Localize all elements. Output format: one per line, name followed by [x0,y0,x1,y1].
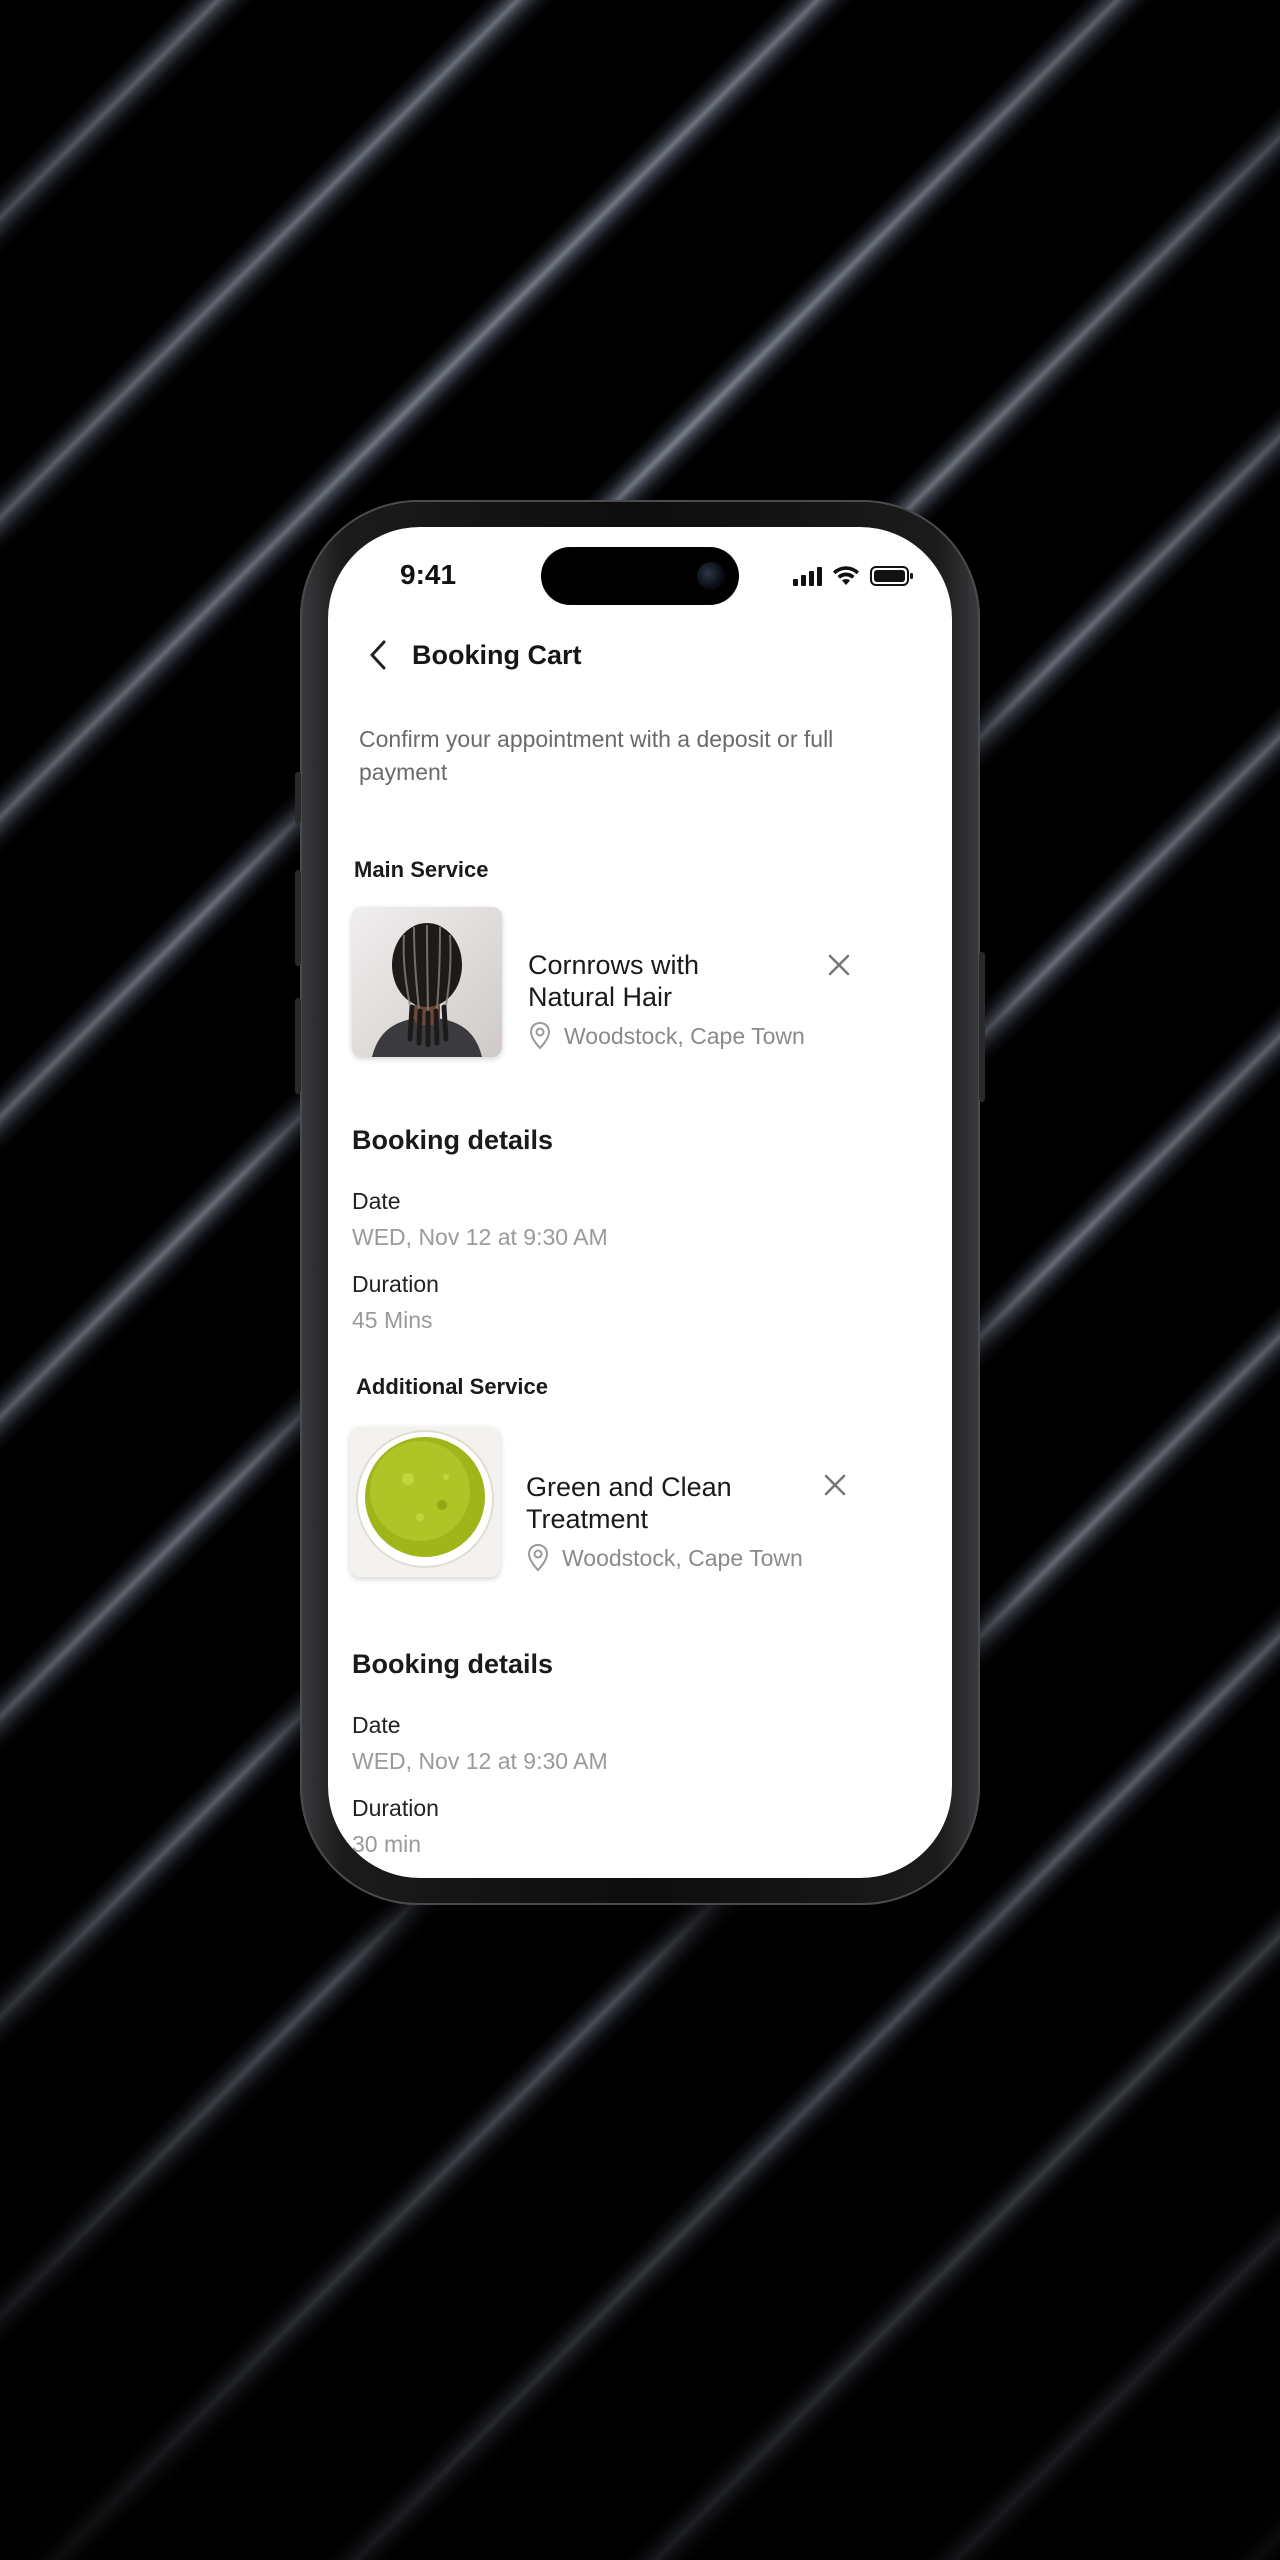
main-duration-value: 45 Mins [352,1307,433,1333]
cornrows-thumbnail [352,907,502,1057]
main-date-label: Date [352,1188,401,1214]
app-screen: 9:41 Booking Cart Confirm your appointme… [328,527,952,1878]
additional-duration-value: 30 min [352,1831,422,1857]
remove-main-service-button[interactable] [824,950,854,980]
remove-additional-service-button[interactable] [820,1470,850,1500]
page-title: Booking Cart [412,639,582,670]
additional-booking-details-title: Booking details [352,1649,554,1679]
power-button [979,952,985,1102]
main-date-value: WED, Nov 12 at 9:30 AM [352,1224,608,1250]
additional-service-location-text: Woodstock, Cape Town [562,1544,803,1571]
close-icon [824,1474,846,1496]
additional-service-name: Green and Clean Treatment [526,1472,732,1534]
green-treatment-thumbnail [350,1427,500,1577]
front-camera-icon [697,562,725,590]
additional-service-location: Woodstock, Cape Town [526,1543,803,1573]
chevron-left-icon[interactable] [364,635,392,675]
location-pin-icon [527,1543,549,1572]
status-icons [793,565,914,587]
main-service-location: Woodstock, Cape Town [528,1021,805,1051]
wifi-icon [833,566,859,585]
volume-up-button [295,870,301,966]
dynamic-island [541,547,739,605]
main-service-location-text: Woodstock, Cape Town [564,1022,805,1049]
main-service-label: Main Service [354,857,489,882]
location-pin-icon [529,1021,551,1050]
status-time: 9:41 [400,559,457,590]
main-duration-label: Duration [352,1271,439,1297]
page-subtitle: Confirm your appointment with a deposit … [359,726,834,785]
additional-date-label: Date [352,1712,401,1738]
cellular-signal-icon [793,566,822,586]
additional-service-label: Additional Service [356,1374,548,1399]
phone-mockup: 9:41 Booking Cart Confirm your appointme… [295,500,985,1905]
main-booking-details-title: Booking details [352,1125,554,1155]
additional-duration-label: Duration [352,1795,439,1821]
additional-date-value: WED, Nov 12 at 9:30 AM [352,1748,608,1774]
main-service-card[interactable]: Cornrows with Natural Hair Woodstock, Ca… [352,907,912,1059]
main-service-name: Cornrows with Natural Hair [528,950,700,1012]
volume-down-button [295,998,301,1094]
close-icon [828,954,850,976]
battery-icon [870,566,913,586]
header: Booking Cart [364,635,582,675]
action-button [295,772,301,824]
additional-service-card[interactable]: Green and Clean Treatment Woodstock, Cap… [350,1427,910,1579]
